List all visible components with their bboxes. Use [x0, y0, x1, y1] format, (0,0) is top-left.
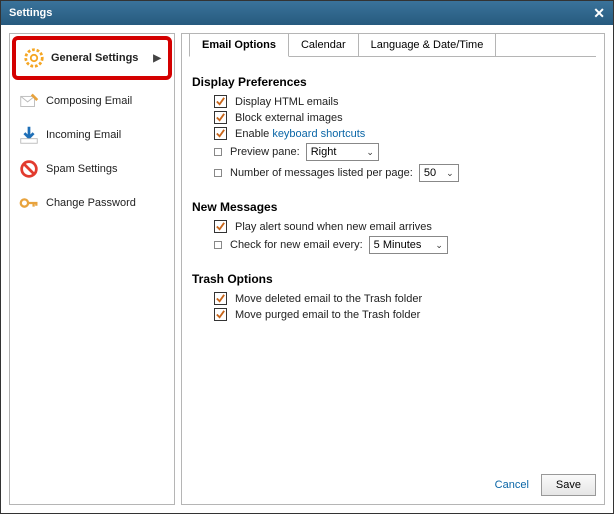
dialog-title: Settings	[9, 7, 52, 19]
select-messages-per-page[interactable]: 50 ⌄	[419, 164, 459, 182]
chevron-right-icon: ▶	[153, 53, 161, 64]
option-label: Enable keyboard shortcuts	[235, 128, 365, 140]
tab-language-datetime[interactable]: Language & Date/Time	[359, 33, 497, 57]
sidebar-item-label: Incoming Email	[46, 129, 121, 141]
checkbox-play-alert[interactable]	[214, 220, 227, 233]
option-label: Check for new email every:	[230, 239, 363, 251]
sidebar-item-composing-email[interactable]: Composing Email	[12, 84, 172, 118]
checkbox-enable-keyboard-shortcuts[interactable]	[214, 127, 227, 140]
option-label: Number of messages listed per page:	[230, 167, 413, 179]
option-label: Block external images	[235, 112, 343, 124]
footer: Cancel Save	[495, 474, 596, 496]
select-check-interval[interactable]: 5 Minutes ⌄	[369, 236, 448, 254]
close-icon[interactable]: ✕	[593, 5, 605, 22]
download-icon	[18, 124, 40, 146]
settings-dialog: Settings ✕ General Settings ▶ Composing …	[0, 0, 614, 514]
tabs: Email Options Calendar Language & Date/T…	[189, 33, 596, 57]
option-row: Enable keyboard shortcuts	[214, 127, 596, 140]
option-row: Block external images	[214, 111, 596, 124]
checkbox-display-html[interactable]	[214, 95, 227, 108]
option-row: Number of messages listed per page: 50 ⌄	[214, 164, 596, 182]
tab-label: Email Options	[202, 39, 276, 51]
option-label: Display HTML emails	[235, 96, 339, 108]
option-label: Move purged email to the Trash folder	[235, 309, 420, 321]
sidebar-item-label: Composing Email	[46, 95, 132, 107]
key-icon	[18, 192, 40, 214]
titlebar: Settings ✕	[1, 1, 613, 25]
gear-icon	[23, 47, 45, 69]
option-row: Move deleted email to the Trash folder	[214, 292, 596, 305]
section-title-trash-options: Trash Options	[192, 272, 596, 286]
tab-calendar[interactable]: Calendar	[289, 33, 359, 57]
sidebar-item-general-settings[interactable]: General Settings ▶	[17, 41, 167, 75]
section-title-display-preferences: Display Preferences	[192, 75, 596, 89]
compose-icon	[18, 90, 40, 112]
option-row: Move purged email to the Trash folder	[214, 308, 596, 321]
text: Enable	[235, 128, 272, 140]
select-preview-pane[interactable]: Right ⌄	[306, 143, 379, 161]
chevron-down-icon: ⌄	[446, 168, 454, 179]
bullet-icon	[214, 148, 222, 156]
keyboard-shortcuts-link[interactable]: keyboard shortcuts	[272, 128, 365, 140]
cancel-link[interactable]: Cancel	[495, 479, 529, 491]
select-value: 5 Minutes	[374, 239, 422, 251]
checkbox-move-purged[interactable]	[214, 308, 227, 321]
sidebar-item-change-password[interactable]: Change Password	[12, 186, 172, 220]
chevron-down-icon: ⌄	[366, 147, 374, 158]
highlight-box: General Settings ▶	[12, 36, 172, 80]
checkbox-move-deleted[interactable]	[214, 292, 227, 305]
save-button[interactable]: Save	[541, 474, 596, 496]
chevron-down-icon: ⌄	[435, 240, 443, 251]
tab-email-options[interactable]: Email Options	[189, 33, 289, 57]
tab-label: Language & Date/Time	[371, 39, 484, 51]
sidebar-item-incoming-email[interactable]: Incoming Email	[12, 118, 172, 152]
option-row: Preview pane: Right ⌄	[214, 143, 596, 161]
option-label: Preview pane:	[230, 146, 300, 158]
bullet-icon	[214, 241, 222, 249]
sidebar: General Settings ▶ Composing Email Incom…	[9, 33, 175, 505]
dialog-body: General Settings ▶ Composing Email Incom…	[1, 25, 613, 513]
bullet-icon	[214, 169, 222, 177]
select-value: Right	[311, 146, 337, 158]
block-icon	[18, 158, 40, 180]
option-row: Display HTML emails	[214, 95, 596, 108]
option-row: Play alert sound when new email arrives	[214, 220, 596, 233]
content-panel: Email Options Calendar Language & Date/T…	[181, 33, 605, 505]
option-row: Check for new email every: 5 Minutes ⌄	[214, 236, 596, 254]
sidebar-item-spam-settings[interactable]: Spam Settings	[12, 152, 172, 186]
sidebar-item-label: Spam Settings	[46, 163, 118, 175]
option-label: Move deleted email to the Trash folder	[235, 293, 422, 305]
section-title-new-messages: New Messages	[192, 200, 596, 214]
select-value: 50	[424, 167, 436, 179]
sidebar-item-label: General Settings	[51, 52, 138, 64]
sidebar-item-label: Change Password	[46, 197, 136, 209]
checkbox-block-external[interactable]	[214, 111, 227, 124]
option-label: Play alert sound when new email arrives	[235, 221, 432, 233]
tab-label: Calendar	[301, 39, 346, 51]
